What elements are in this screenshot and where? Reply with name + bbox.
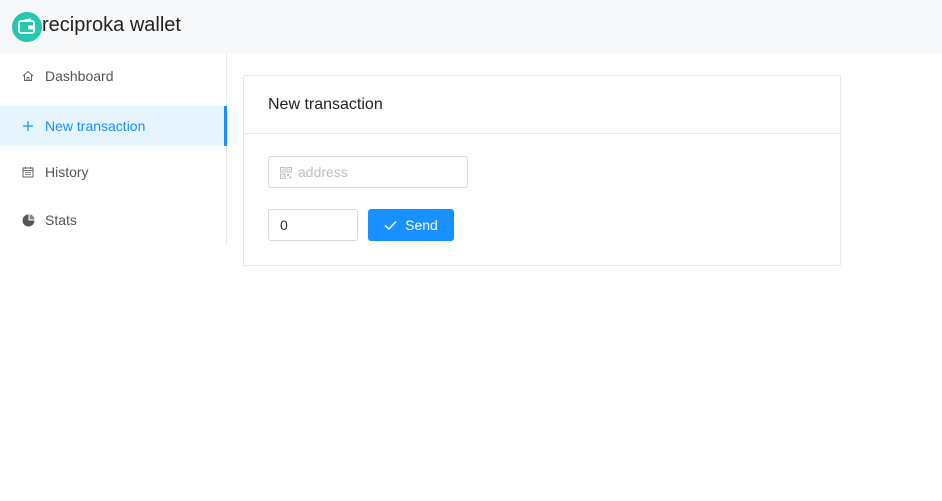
sidebar-item-stats[interactable]: Stats [0, 200, 227, 240]
card-title: New transaction [244, 76, 840, 134]
send-button-label: Send [405, 217, 438, 233]
app-title: reciproka wallet [42, 14, 181, 36]
sidebar-item-dashboard[interactable]: Dashboard [0, 56, 227, 96]
app-header: reciproka wallet [0, 0, 942, 54]
address-input[interactable] [298, 164, 458, 180]
sidebar: Dashboard New transaction History Stats [0, 54, 227, 246]
plus-icon [21, 119, 35, 133]
sidebar-item-label: History [45, 164, 89, 180]
home-icon [21, 69, 35, 83]
sidebar-item-label: Dashboard [45, 68, 114, 84]
check-icon [384, 220, 397, 231]
wallet-icon [12, 12, 42, 42]
sidebar-item-new-transaction[interactable]: New transaction [0, 106, 227, 146]
sidebar-item-label: New transaction [45, 118, 146, 134]
calendar-icon [21, 165, 35, 179]
qrcode-icon [280, 166, 292, 179]
send-button[interactable]: Send [368, 209, 454, 241]
sidebar-item-label: Stats [45, 212, 77, 228]
pie-chart-icon [21, 213, 35, 227]
address-field[interactable] [268, 156, 468, 188]
sidebar-item-history[interactable]: History [0, 152, 227, 192]
amount-input[interactable]: 0 [268, 209, 358, 241]
new-transaction-card: New transaction 0 Send [243, 75, 841, 266]
